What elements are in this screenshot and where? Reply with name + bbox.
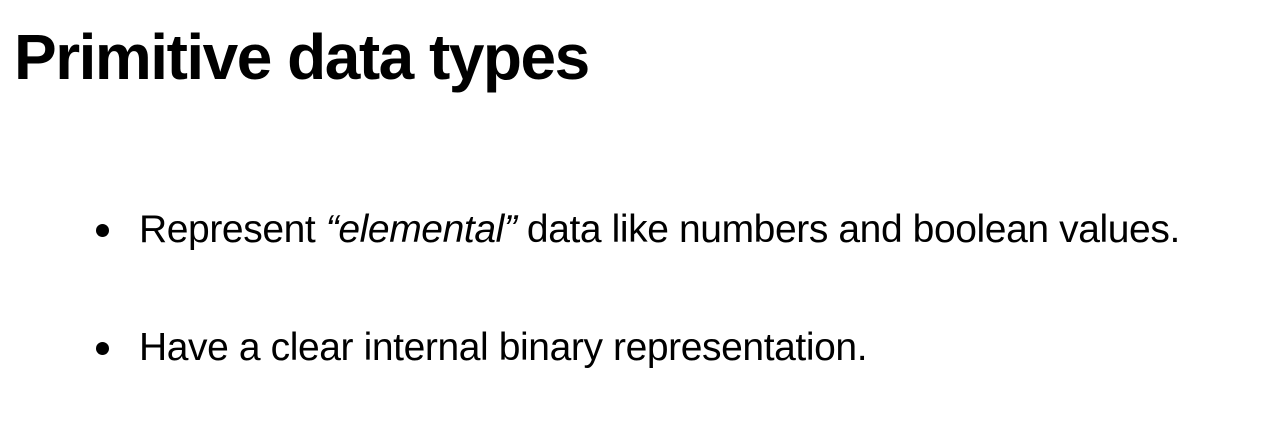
bullet-list: Represent “elemental” data like numbers … <box>96 202 1180 438</box>
bullet-dot-icon <box>96 341 109 355</box>
bullet-text-after: data like numbers and boolean values. <box>516 208 1180 251</box>
bullet-text-before: Have a clear internal binary representat… <box>139 326 868 369</box>
bullet-text-before: Represent <box>139 208 326 251</box>
bullet-text: Have a clear internal binary representat… <box>139 326 868 370</box>
bullet-item: Represent “elemental” data like numbers … <box>96 202 1180 258</box>
bullet-dot-icon <box>96 223 109 237</box>
bullet-text-emphasis: “elemental” <box>325 208 517 251</box>
bullet-item: Have a clear internal binary representat… <box>96 320 1180 376</box>
bullet-text: Represent “elemental” data like numbers … <box>139 208 1180 252</box>
slide-title: Primitive data types <box>14 21 590 93</box>
